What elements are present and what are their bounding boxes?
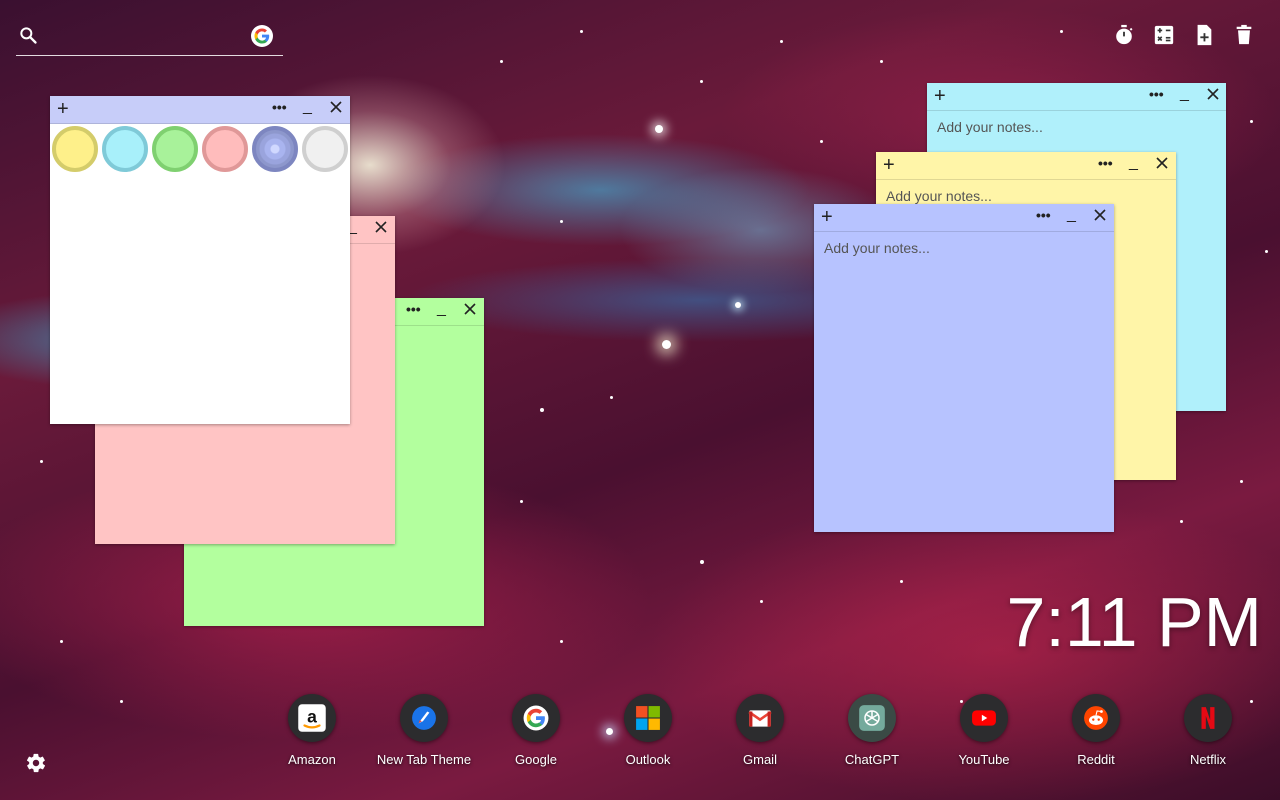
new-note-icon[interactable]	[1193, 24, 1215, 46]
search-bar	[16, 22, 283, 56]
close-icon[interactable]	[1155, 156, 1169, 170]
note-textarea[interactable]	[814, 232, 1114, 532]
note-header: + ••• _	[50, 96, 350, 124]
close-icon[interactable]	[374, 220, 388, 234]
note-menu-button[interactable]: •••	[1149, 85, 1164, 103]
shortcut-youtube[interactable]: YouTube	[928, 694, 1040, 767]
netflix-icon	[1184, 694, 1232, 742]
shortcut-label: Netflix	[1189, 752, 1227, 767]
add-note-button[interactable]: +	[821, 206, 833, 228]
shortcut-label: Reddit	[1077, 752, 1115, 767]
add-note-button[interactable]: +	[57, 98, 69, 120]
shortcut-gmail[interactable]: Gmail	[704, 694, 816, 767]
note-header: + ••• _	[876, 152, 1176, 180]
search-input[interactable]	[46, 24, 246, 48]
note-minimize-button[interactable]: _	[303, 96, 312, 118]
color-swatch-white[interactable]	[302, 126, 348, 172]
outlook-icon	[624, 694, 672, 742]
note-menu-button[interactable]: •••	[1036, 206, 1051, 224]
note-minimize-button[interactable]: _	[1129, 152, 1138, 174]
color-swatch-lavender-selected[interactable]	[252, 126, 298, 172]
add-note-button[interactable]: +	[883, 154, 895, 176]
color-picker	[52, 126, 348, 172]
note-minimize-button[interactable]: _	[1067, 204, 1076, 226]
amazon-icon: a	[288, 694, 336, 742]
sticky-note-lavender: + ••• _	[814, 204, 1114, 532]
shortcut-google[interactable]: Google	[480, 694, 592, 767]
close-icon[interactable]	[463, 302, 477, 316]
note-menu-button[interactable]: •••	[406, 300, 421, 318]
trash-icon[interactable]	[1233, 24, 1255, 46]
search-icon[interactable]	[18, 25, 38, 45]
shortcut-dock: a Amazon New Tab Theme Google Outlook Gm	[256, 694, 1264, 774]
gear-icon[interactable]	[25, 752, 47, 774]
note-header: + ••• _	[927, 83, 1226, 111]
color-swatch-green[interactable]	[152, 126, 198, 172]
shortcut-label: Outlook	[625, 752, 671, 767]
shortcut-label: ChatGPT	[844, 752, 900, 767]
shortcut-label: Amazon	[288, 752, 336, 767]
note-minimize-button[interactable]: _	[437, 298, 446, 320]
clock: 7:11 PM	[1006, 583, 1263, 661]
note-minimize-button[interactable]: _	[1180, 83, 1189, 105]
sticky-note-white: + ••• _	[50, 96, 350, 424]
shortcut-reddit[interactable]: Reddit	[1040, 694, 1152, 767]
add-note-button[interactable]: +	[934, 85, 946, 107]
close-icon[interactable]	[1206, 87, 1220, 101]
chatgpt-icon	[848, 694, 896, 742]
close-icon[interactable]	[329, 100, 343, 114]
google-icon[interactable]	[251, 25, 273, 47]
shortcut-label: Gmail	[743, 752, 777, 767]
note-header: + ••• _	[814, 204, 1114, 232]
timer-icon[interactable]	[1113, 24, 1135, 46]
shortcut-chatgpt[interactable]: ChatGPT	[816, 694, 928, 767]
close-icon[interactable]	[1093, 208, 1107, 222]
calculator-icon[interactable]	[1153, 24, 1175, 46]
shortcut-amazon[interactable]: a Amazon	[256, 694, 368, 767]
reddit-icon	[1072, 694, 1120, 742]
note-menu-button[interactable]: •••	[272, 98, 287, 116]
shortcut-label: YouTube	[958, 752, 1010, 767]
new-tab-theme-icon	[400, 694, 448, 742]
note-menu-button[interactable]: •••	[1098, 154, 1113, 172]
svg-text:a: a	[307, 706, 317, 726]
color-swatch-pink[interactable]	[202, 126, 248, 172]
shortcut-new-tab-theme[interactable]: New Tab Theme	[368, 694, 480, 767]
shortcut-outlook[interactable]: Outlook	[592, 694, 704, 767]
google-icon	[512, 694, 560, 742]
color-swatch-yellow[interactable]	[52, 126, 98, 172]
shortcut-label: Google	[515, 752, 557, 767]
toolbar	[1113, 24, 1255, 46]
shortcut-netflix[interactable]: Netflix	[1152, 694, 1264, 767]
shortcut-label: New Tab Theme	[376, 752, 472, 767]
youtube-icon	[960, 694, 1008, 742]
color-swatch-cyan[interactable]	[102, 126, 148, 172]
gmail-icon	[736, 694, 784, 742]
